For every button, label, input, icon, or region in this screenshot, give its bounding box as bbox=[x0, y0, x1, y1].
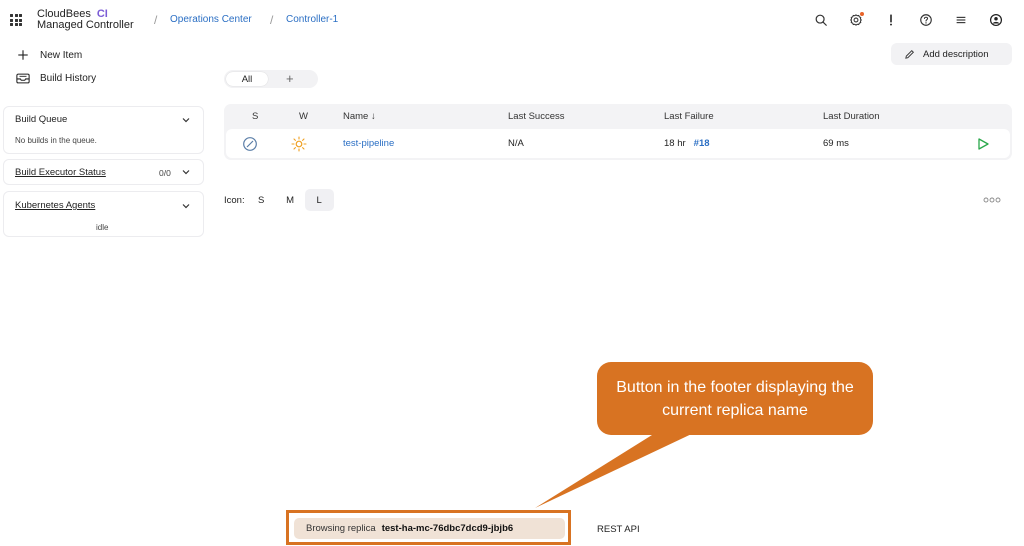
inbox-icon bbox=[16, 71, 30, 85]
chevron-down-icon[interactable] bbox=[181, 201, 191, 211]
menu-icon[interactable] bbox=[953, 12, 969, 28]
chevron-down-icon[interactable] bbox=[181, 115, 191, 125]
icon-size-medium[interactable]: M bbox=[276, 189, 305, 211]
status-not-built-icon bbox=[243, 137, 257, 151]
schedule-build-play-icon[interactable] bbox=[976, 137, 990, 151]
rest-api-link[interactable]: REST API bbox=[597, 524, 640, 535]
kubernetes-agents-link[interactable]: Kubernetes Agents bbox=[15, 200, 95, 211]
column-last-duration[interactable]: Last Duration bbox=[823, 111, 880, 122]
kubernetes-agents-panel: Kubernetes Agents idle bbox=[3, 191, 204, 237]
add-description-button[interactable]: Add description bbox=[891, 43, 1012, 65]
table-row: test-pipeline N/A 18 hr #18 69 ms bbox=[226, 129, 1010, 158]
last-duration-value: 69 ms bbox=[823, 138, 849, 149]
build-queue-title[interactable]: Build Queue bbox=[15, 114, 67, 125]
agent-status: idle bbox=[96, 223, 109, 232]
sort-arrow-icon: ↓ bbox=[370, 111, 376, 122]
jobs-table: S W Name ↓ Last Success Last Failure Las… bbox=[224, 104, 1012, 160]
search-icon[interactable] bbox=[813, 12, 829, 28]
notification-dot bbox=[860, 12, 864, 16]
breadcrumb-controller[interactable]: Controller-1 bbox=[286, 14, 338, 25]
column-name-label: Name bbox=[343, 111, 369, 122]
build-executor-status-link[interactable]: Build Executor Status bbox=[15, 167, 106, 178]
failure-build-link[interactable]: #18 bbox=[694, 138, 710, 149]
build-history-link[interactable]: Build History bbox=[16, 71, 96, 85]
pencil-icon bbox=[905, 49, 914, 59]
column-last-failure[interactable]: Last Failure bbox=[664, 111, 714, 122]
callout-annotation: Button in the footer displaying the curr… bbox=[597, 362, 873, 435]
column-last-success[interactable]: Last Success bbox=[508, 111, 565, 122]
new-item-label: New Item bbox=[40, 49, 83, 61]
column-name[interactable]: Name ↓ bbox=[343, 111, 376, 122]
add-view-tab[interactable]: + bbox=[286, 71, 294, 86]
breadcrumb-separator: / bbox=[270, 13, 274, 27]
icon-size-selector: Icon: S M L bbox=[224, 189, 334, 211]
icon-size-small[interactable]: S bbox=[247, 189, 276, 211]
last-failure-time: 18 hr bbox=[664, 138, 686, 149]
view-tabs: All + bbox=[224, 70, 318, 88]
replica-name: test-ha-mc-76dbc7dcd9-jbjb6 bbox=[381, 523, 514, 534]
last-success-value: N/A bbox=[508, 138, 524, 149]
job-name-link[interactable]: test-pipeline bbox=[343, 138, 394, 149]
column-weather[interactable]: W bbox=[299, 111, 308, 122]
chevron-down-icon[interactable] bbox=[181, 167, 191, 177]
column-status[interactable]: S bbox=[252, 111, 258, 122]
legend-icon[interactable] bbox=[983, 197, 1001, 203]
build-history-label: Build History bbox=[40, 72, 97, 84]
plus-icon bbox=[16, 48, 30, 62]
executor-count: 0/0 bbox=[159, 168, 171, 178]
brand-subtitle: Managed Controller bbox=[37, 19, 134, 31]
browsing-replica-button[interactable]: Browsing replica test-ha-mc-76dbc7dcd9-j… bbox=[294, 518, 565, 539]
apps-grid-icon[interactable] bbox=[10, 14, 22, 26]
alert-icon[interactable] bbox=[883, 12, 899, 28]
icon-size-large[interactable]: L bbox=[304, 189, 334, 211]
breadcrumb-operations-center[interactable]: Operations Center bbox=[170, 14, 252, 25]
brand-logo[interactable]: CloudBees CI Managed Controller bbox=[37, 9, 134, 31]
icon-size-label: Icon: bbox=[224, 194, 245, 206]
tab-all[interactable]: All bbox=[226, 72, 268, 86]
help-icon[interactable] bbox=[918, 12, 934, 28]
build-executor-panel: Build Executor Status 0/0 bbox=[3, 159, 204, 185]
top-header: CloudBees CI Managed Controller / Operati… bbox=[0, 0, 1024, 40]
sunny-weather-icon bbox=[291, 136, 307, 152]
user-icon[interactable] bbox=[988, 12, 1004, 28]
build-queue-empty-text: No builds in the queue. bbox=[15, 136, 97, 145]
breadcrumb-separator: / bbox=[154, 13, 158, 27]
last-failure-value: 18 hr #18 bbox=[664, 138, 710, 149]
settings-icon[interactable] bbox=[848, 12, 864, 28]
callout-pointer bbox=[535, 430, 700, 508]
new-item-link[interactable]: New Item bbox=[16, 48, 82, 62]
build-queue-panel: Build Queue No builds in the queue. bbox=[3, 106, 204, 154]
replica-label: Browsing replica bbox=[306, 523, 376, 534]
add-description-label: Add description bbox=[923, 48, 989, 60]
